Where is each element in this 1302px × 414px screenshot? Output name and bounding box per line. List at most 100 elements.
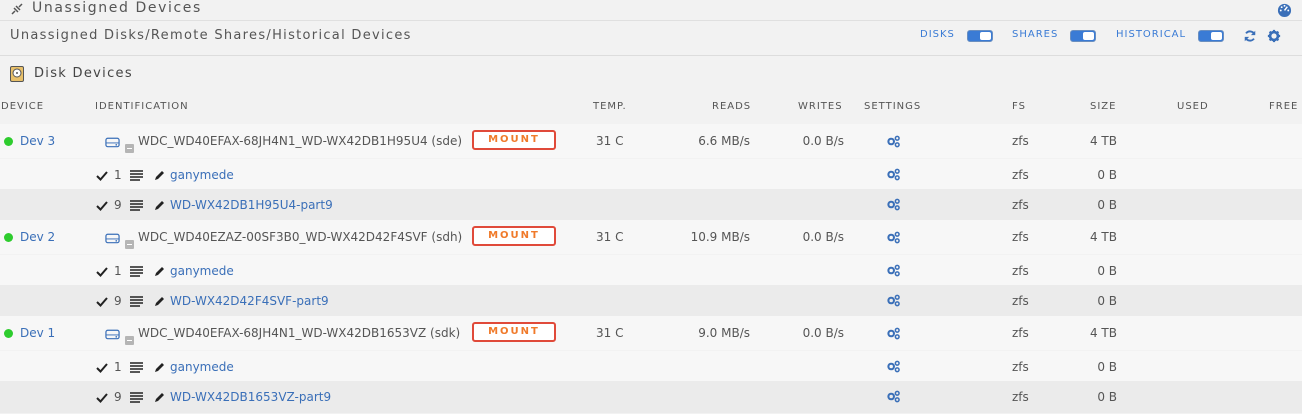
collapse-icon[interactable] [125, 336, 134, 345]
fs: zfs [1012, 264, 1029, 278]
temp: 31 C [596, 230, 624, 244]
settings-icon[interactable] [886, 360, 901, 373]
toggle-shares[interactable] [1070, 30, 1096, 42]
check-icon [96, 363, 108, 373]
list-icon[interactable] [130, 392, 143, 403]
toggle-historical-label: HISTORICAL [1116, 29, 1187, 40]
partition-name[interactable]: WD-WX42DB1H95U4-part9 [170, 198, 333, 212]
mount-button[interactable]: MOUNT [472, 322, 556, 342]
pencil-icon[interactable] [154, 200, 165, 211]
identification: WDC_WD40EFAX-68JH4N1_WD-WX42DB1H95U4 (sd… [138, 134, 463, 148]
status-dot [4, 137, 13, 146]
device-link[interactable]: Dev 2 [20, 230, 55, 244]
writes: 0.0 B/s [802, 134, 844, 148]
check-icon [96, 393, 108, 403]
mount-button[interactable]: MOUNT [472, 226, 556, 246]
collapse-icon[interactable] [125, 144, 134, 153]
refresh-icon[interactable] [1243, 29, 1257, 43]
device-link[interactable]: Dev 3 [20, 134, 55, 148]
table-header: DEVICE IDENTIFICATION TEMP. READS WRITES… [0, 93, 1302, 123]
settings-icon[interactable] [886, 327, 901, 340]
size: 0 B [1097, 198, 1117, 212]
col-used: USED [1177, 101, 1209, 112]
settings-icon[interactable] [886, 264, 901, 277]
status-dot [4, 233, 13, 242]
reads: 6.6 MB/s [698, 134, 750, 148]
list-icon[interactable] [130, 266, 143, 277]
col-writes: WRITES [798, 101, 843, 112]
col-identification: IDENTIFICATION [95, 101, 189, 112]
pencil-icon[interactable] [154, 296, 165, 307]
settings-icon[interactable] [886, 168, 901, 181]
col-fs: FS [1012, 101, 1026, 112]
col-reads: READS [712, 101, 752, 112]
mount-button[interactable]: MOUNT [472, 130, 556, 150]
settings-icon[interactable] [886, 198, 901, 211]
check-icon [96, 297, 108, 307]
status-dot [4, 329, 13, 338]
partition-number: 1 [114, 360, 122, 374]
partition-name[interactable]: ganymede [170, 264, 234, 278]
toggle-disks-label: DISKS [920, 29, 955, 40]
size: 4 TB [1089, 134, 1117, 148]
subheader: Unassigned Disks/Remote Shares/Historica… [0, 21, 1302, 54]
size: 4 TB [1089, 230, 1117, 244]
collapse-icon[interactable] [125, 240, 134, 249]
col-temp: TEMP. [593, 101, 627, 112]
hdd-icon [10, 66, 24, 82]
disk-icon[interactable] [105, 136, 120, 148]
size: 0 B [1097, 168, 1117, 182]
fs: zfs [1012, 198, 1029, 212]
settings-icon[interactable] [886, 231, 901, 244]
writes: 0.0 B/s [802, 230, 844, 244]
fs: zfs [1012, 326, 1029, 340]
disk-icon[interactable] [105, 232, 120, 244]
gear-icon[interactable] [1267, 29, 1281, 43]
pencil-icon[interactable] [154, 392, 165, 403]
partition-number: 1 [114, 264, 122, 278]
col-device: DEVICE [1, 101, 45, 112]
table-row: 1 ganymede zfs 0 B [0, 255, 1302, 287]
table-row: 9 WD-WX42DB1653VZ-part9 zfs 0 B [0, 381, 1302, 413]
check-icon [96, 171, 108, 181]
device-link[interactable]: Dev 1 [20, 326, 55, 340]
toggle-historical[interactable] [1198, 30, 1224, 42]
settings-icon[interactable] [886, 135, 901, 148]
list-icon[interactable] [130, 200, 143, 211]
partition-name[interactable]: WD-WX42DB1653VZ-part9 [170, 390, 331, 404]
settings-icon[interactable] [886, 390, 901, 403]
partition-number: 9 [114, 198, 122, 212]
toggle-shares-label: SHARES [1012, 29, 1059, 40]
temp: 31 C [596, 326, 624, 340]
settings-icon[interactable] [886, 294, 901, 307]
check-icon [96, 267, 108, 277]
fs: zfs [1012, 230, 1029, 244]
reads: 10.9 MB/s [690, 230, 750, 244]
size: 0 B [1097, 264, 1117, 278]
disk-icon[interactable] [105, 328, 120, 340]
list-icon[interactable] [130, 362, 143, 373]
list-icon[interactable] [130, 170, 143, 181]
list-icon[interactable] [130, 296, 143, 307]
title-bar: Unassigned Devices [0, 0, 1302, 21]
fs: zfs [1012, 294, 1029, 308]
table-row: Dev 2 WDC_WD40EZAZ-00SF3B0_WD-WX42D42F4S… [0, 220, 1302, 254]
pencil-icon[interactable] [154, 362, 165, 373]
partition-name[interactable]: ganymede [170, 360, 234, 374]
table-row: 9 WD-WX42DB1H95U4-part9 zfs 0 B [0, 189, 1302, 221]
size: 0 B [1097, 390, 1117, 404]
dashboard-icon[interactable] [1277, 2, 1292, 17]
table-row: Dev 3 WDC_WD40EFAX-68JH4N1_WD-WX42DB1H95… [0, 124, 1302, 158]
reads: 9.0 MB/s [698, 326, 750, 340]
partition-name[interactable]: ganymede [170, 168, 234, 182]
toggle-disks[interactable] [967, 30, 993, 42]
partition-name[interactable]: WD-WX42D42F4SVF-part9 [170, 294, 329, 308]
size: 4 TB [1089, 326, 1117, 340]
page-subtitle: Unassigned Disks/Remote Shares/Historica… [10, 28, 412, 43]
pencil-icon[interactable] [154, 266, 165, 277]
section-label: Disk Devices [34, 66, 133, 81]
table-row: 1 ganymede zfs 0 B [0, 159, 1302, 191]
partition-number: 9 [114, 294, 122, 308]
page-title: Unassigned Devices [32, 0, 202, 16]
pencil-icon[interactable] [154, 170, 165, 181]
